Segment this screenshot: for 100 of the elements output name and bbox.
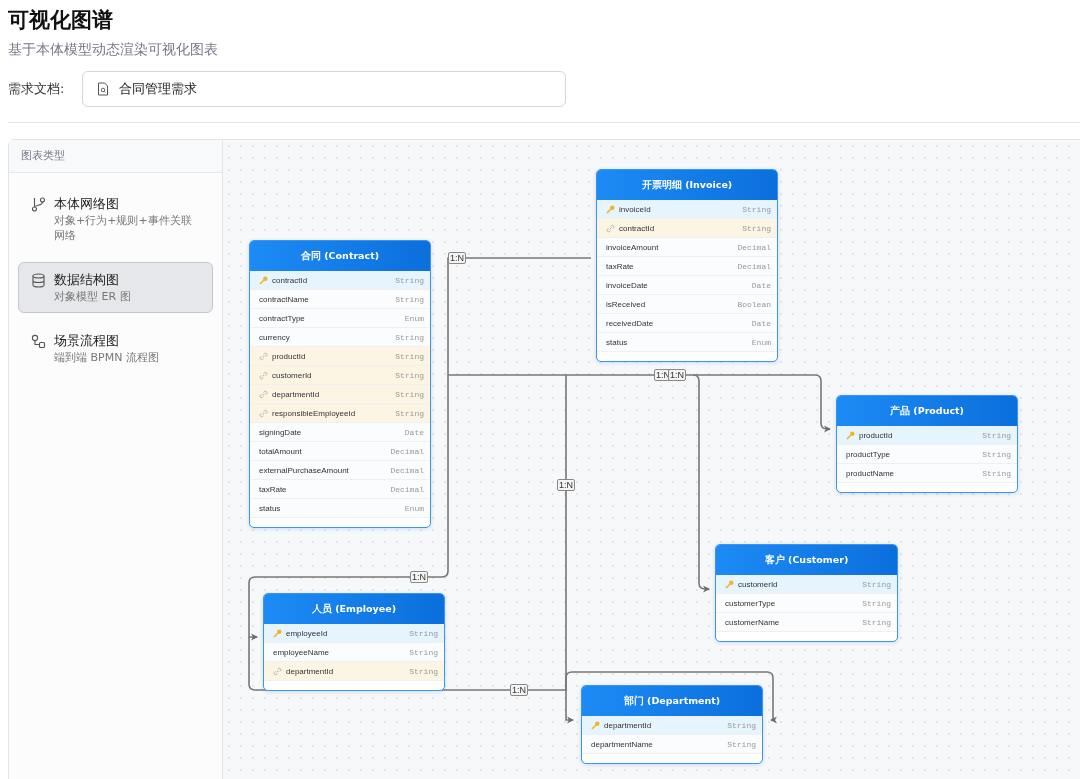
link-icon [259,408,268,418]
field-type: Decimal [390,465,424,475]
field-type: String [395,294,424,304]
field-type: String [395,370,424,380]
entity-title: 合同 (Contract) [250,241,430,271]
relation-label: 1:N [510,684,528,696]
entity-title: 产品 (Product) [837,396,1017,426]
field-type: String [862,598,891,608]
entity-title: 人员 (Employee) [264,594,444,624]
field-type: Boolean [737,299,771,309]
chart-type-item[interactable]: 本体网络图 对象+行为+规则+事件关联网络 [18,186,213,252]
field-name: invoiceId [619,204,652,214]
relation-label: 1:N [448,252,466,264]
key-icon [259,275,268,285]
field-name: signingDate [259,427,303,437]
link-icon [259,389,268,399]
relation-label: 1:N [557,479,575,491]
field-type: String [982,449,1011,459]
key-icon [591,720,600,730]
field-type: Date [404,427,424,437]
field-name: customerId [272,370,313,380]
field-name: productId [272,351,307,361]
field-name: contractId [272,275,309,285]
field-name: taxRate [606,261,635,271]
entity-table[interactable]: 人员 (Employee) employeeId String employeeName String departmentId String [263,593,445,691]
field-name: receivedDate [606,318,655,328]
field-name: contractType [259,313,306,323]
field-name: departmentId [604,720,653,730]
field-type: Decimal [737,261,771,271]
field-name: departmentId [272,389,321,399]
key-icon [725,579,734,589]
flow-icon [31,334,46,349]
document-icon [97,82,109,96]
entity-table[interactable]: 开票明细 (Invoice) invoiceId String contractId String invoiceAmount Decimal taxRate Decimal invoiceDate Date isReceived Boolean receivedDate Date status Enum [596,169,778,362]
field-name: contractName [259,294,310,304]
field-type: String [982,468,1011,478]
field-type: Decimal [737,242,771,252]
entity-table[interactable]: 产品 (Product) productId String productType String productName String [836,395,1018,493]
key-icon [846,430,855,440]
field-type: String [395,351,424,361]
field-name: status [259,503,282,513]
relation-label: 1:N [410,571,428,583]
document-label: 需求文档: [8,80,66,98]
entity-title: 开票明细 (Invoice) [597,170,777,200]
document-field[interactable]: 合同管理需求 [82,71,566,107]
field-name: externalPurchaseAmount [259,465,350,475]
entity-title: 部门 (Department) [582,686,762,716]
field-type: String [862,617,891,627]
key-icon [606,204,615,214]
field-name: customerType [725,598,777,608]
field-type: String [395,332,424,342]
field-type: Date [751,280,771,290]
field-type: String [409,647,438,657]
sidebar-title: 图表类型 [9,140,222,173]
field-name: customerId [738,579,779,589]
field-type: Enum [404,503,424,513]
page-subtitle: 基于本体模型动态渲染可视化图表 [8,40,219,59]
field-name: contractId [619,223,656,233]
field-type: String [395,408,424,418]
field-type: String [409,666,438,676]
field-type: String [982,430,1011,440]
field-name: customerName [725,617,781,627]
field-name: invoiceDate [606,280,649,290]
field-type: String [742,223,771,233]
field-type: String [409,628,438,638]
entity-table[interactable]: 客户 (Customer) customerId String customerType String customerName String [715,544,898,642]
field-type: Decimal [390,484,424,494]
field-type: String [395,389,424,399]
field-name: employeeName [273,647,331,657]
key-icon [273,628,282,638]
field-type: String [727,720,756,730]
entity-table[interactable]: 部门 (Department) departmentId String departmentName String [581,685,763,764]
field-type: String [862,579,891,589]
field-type: String [727,739,756,749]
field-name: productName [846,468,896,478]
field-name: status [606,337,629,347]
entity-title: 客户 (Customer) [716,545,897,575]
entity-table[interactable] [249,240,431,528]
field-name: departmentName [591,739,654,749]
field-name: taxRate [259,484,288,494]
field-name: currency [259,332,291,342]
field-type: Decimal [390,446,424,456]
chart-type-item[interactable]: 场景流程图 端到端 BPMN 流程图 [18,323,213,374]
field-name: productType [846,449,892,459]
field-name: departmentId [286,666,335,676]
field-type: Enum [751,337,771,347]
link-icon [273,666,282,676]
field-type: Enum [404,313,424,323]
chart-type-item[interactable]: 数据结构图 对象模型 ER 图 [18,262,213,313]
branch-icon [31,197,46,212]
link-icon [259,351,268,361]
field-type: String [395,275,424,285]
field-name: employeeId [286,628,329,638]
field-type: Date [751,318,771,328]
link-icon [259,370,268,380]
field-name: responsibleEmployeeId [272,408,357,418]
field-name: productId [859,430,894,440]
link-icon [606,223,615,233]
field-name: totalAmount [259,446,303,456]
field-type: String [742,204,771,214]
